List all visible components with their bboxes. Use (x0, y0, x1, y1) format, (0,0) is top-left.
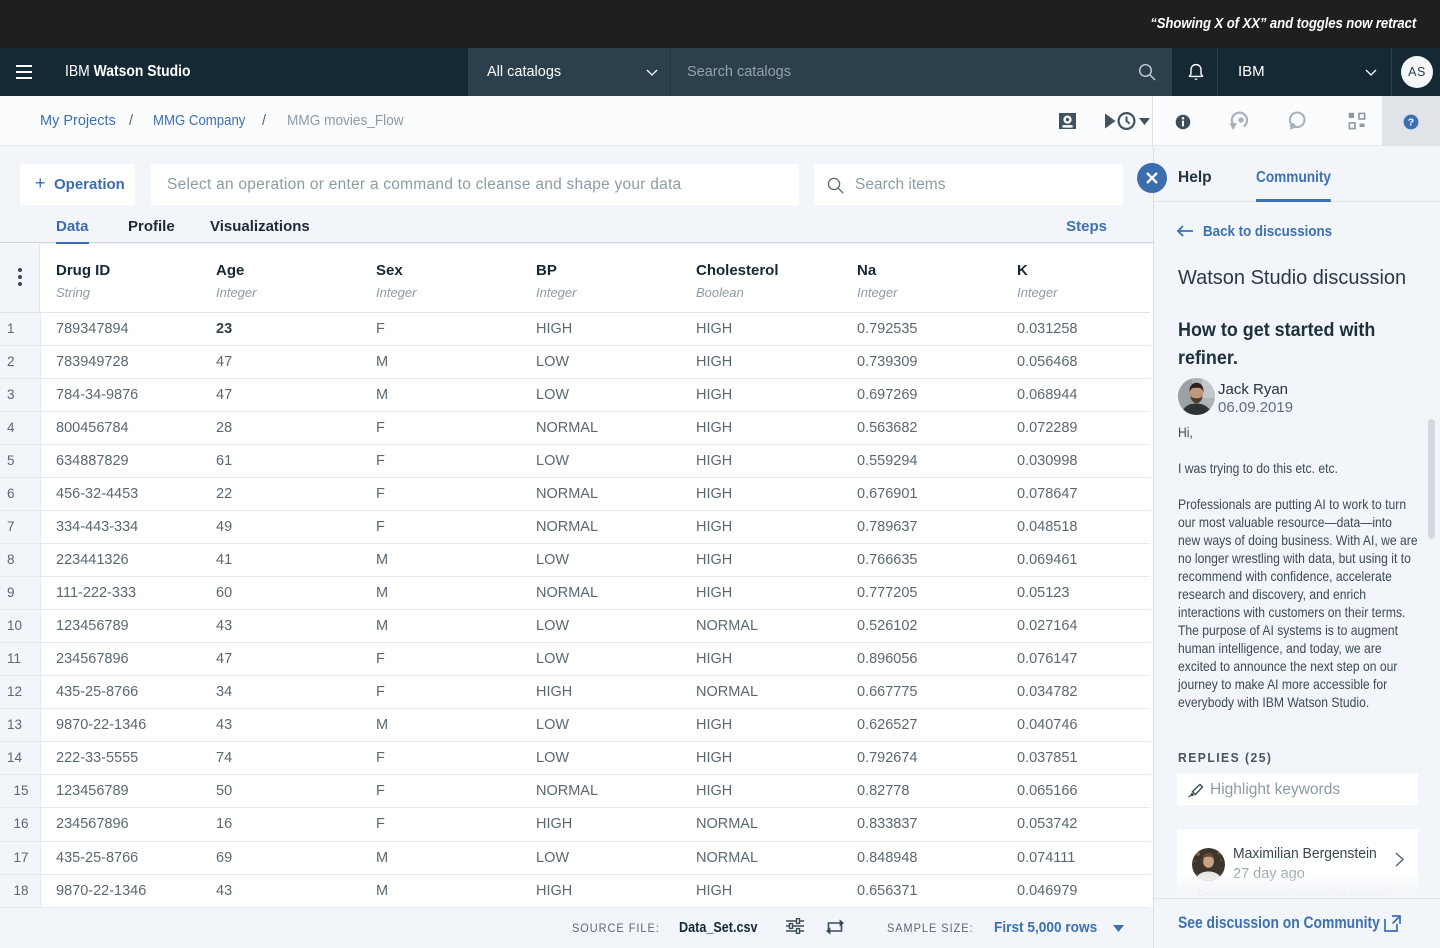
svg-text:?: ? (1408, 117, 1414, 129)
